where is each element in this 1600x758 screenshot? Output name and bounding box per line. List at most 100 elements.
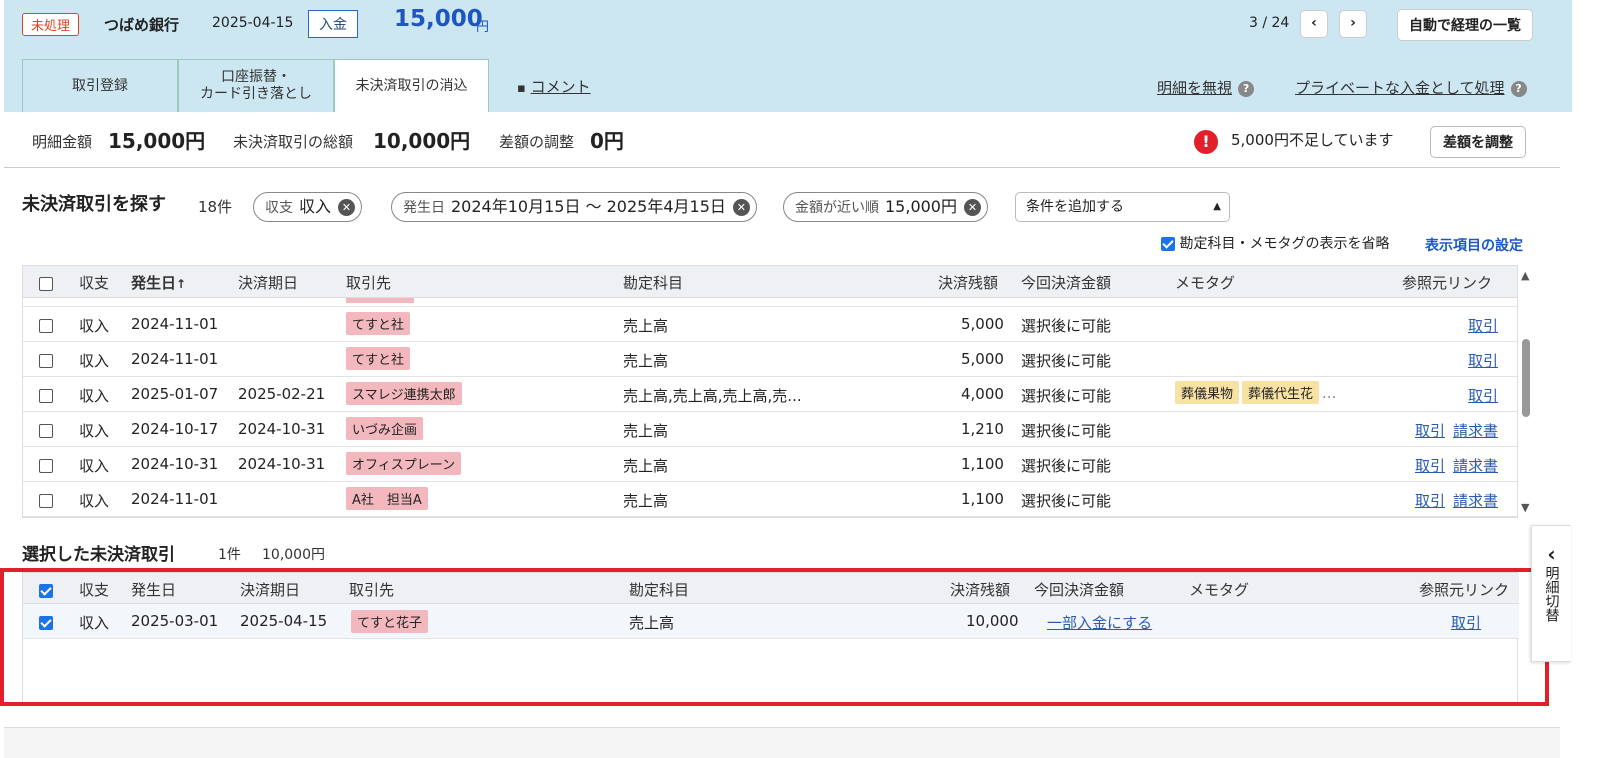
close-icon[interactable]: ✕ [964,199,981,216]
auto-list-button[interactable]: 自動で経理の一覧 [1397,9,1533,41]
filter-chip-type[interactable]: 収支 収入 ✕ [253,192,363,222]
link-label: 明細を無視 [1157,79,1233,97]
diff-value: 0円 [590,129,624,153]
cell-memo: 葬儀果物 葬儀代生花... [1175,381,1336,404]
table-row[interactable]: 収入 2025-01-07 2025-02-21 スマレジ連携太郎 売上高,売上高,売上… [23,377,1517,412]
partner-tag: オフィスプレーン [346,452,462,475]
ignore-detail-link[interactable]: 明細を無視? [1157,77,1255,98]
display-settings-link[interactable]: 表示項目の設定 [1425,235,1523,255]
col-due[interactable]: 決済期日 [238,272,298,293]
help-icon[interactable]: ? [1510,81,1527,97]
row-checkbox[interactable] [39,316,53,334]
ref-link-transaction[interactable]: 取引 [1415,492,1445,510]
table-row[interactable]: 収入 2024-11-01 てすと社 売上高 5,000 選択後に可能 取引 [23,342,1517,377]
filter-chip-amount[interactable]: 金額が近い順 15,000円 ✕ [783,192,988,222]
partner-tag: A社 担当A [346,487,428,510]
comment-icon: ▪ [517,81,526,96]
ref-link-invoice[interactable]: 請求書 [1453,492,1498,510]
cell-balance: 1,100 [961,455,1004,473]
row-checkbox[interactable] [39,351,53,369]
row-checkbox[interactable] [39,491,53,509]
cell-type: 収入 [79,492,110,510]
select-all-checkbox[interactable] [39,274,53,292]
ref-link-invoice[interactable]: 請求書 [1453,422,1498,440]
cell-ref: 取引 請求書 [1398,490,1498,511]
prev-button[interactable]: ‹ [1300,10,1328,38]
warning-text: 5,000円不足しています [1231,131,1394,149]
col-account[interactable]: 勘定科目 [623,272,683,293]
add-condition-select[interactable]: 条件を追加する ▲ [1015,192,1230,222]
tab-register[interactable]: 取引登録 [22,59,178,112]
unsettled-table: 収支 発生日↑ 決済期日 取引先 勘定科目 決済残額 今回決済金額 メモタグ 参… [22,265,1518,518]
omit-display-option[interactable]: 勘定科目・メモタグの表示を省略 [1161,233,1389,253]
close-icon[interactable]: ✕ [338,199,356,216]
comment-label: コメント [530,78,591,96]
chip-value: 収入 [299,197,332,216]
col-ref: 参照元リンク [1402,274,1493,292]
partner-tag: てすと社 [346,347,411,370]
ref-link-invoice[interactable]: 請求書 [1453,457,1498,475]
row-checkbox[interactable] [39,386,53,404]
tab-reconcile[interactable]: 未決済取引の消込 [334,59,489,112]
side-tab-label: 明細切替 [1543,566,1560,622]
ref-link-transaction[interactable]: 取引 [1468,317,1498,335]
table-row[interactable]: 収入 2024-10-31 2024-10-31 オフィスプレーン 売上高 1,100 選択… [23,447,1517,482]
status-badge: 未処理 [22,13,80,36]
chip-label: 発生日 [403,200,445,216]
chip-value: 2024年10月15日 〜 2025年4月15日 [451,197,726,216]
memo-tag: 葬儀代生花 [1242,381,1320,404]
cell-this-amount: 選択後に可能 [1021,317,1112,335]
ref-link-transaction[interactable]: 取引 [1415,457,1445,475]
scroll-down-icon[interactable]: ▼ [1521,501,1529,514]
partner-tag: てすと社 [346,312,411,335]
sort-arrow-icon: ↑ [176,277,187,291]
close-icon[interactable]: ✕ [732,199,750,216]
filter-chip-date[interactable]: 発生日 2024年10月15日 〜 2025年4月15日 ✕ [391,192,757,222]
cell-date: 2025-01-07 [131,385,219,403]
ref-link-transaction[interactable]: 取引 [1415,422,1445,440]
cell-type: 収入 [79,317,110,335]
col-partner[interactable]: 取引先 [346,272,391,293]
scroll-up-icon[interactable]: ▲ [1521,269,1529,282]
table-row[interactable]: 収入 2024-11-01 A社 担当A 売上高 1,100 選択後に可能 取引 請求書 [23,482,1517,517]
ref-link-transaction[interactable]: 取引 [1468,387,1498,405]
private-income-link[interactable]: プライベートな入金として処理? [1295,77,1527,98]
unsettled-total-value: 10,000円 [373,129,471,153]
tab-label: 取引登録 [72,77,128,94]
omit-checkbox[interactable] [1161,237,1175,251]
selected-count: 1件 [218,547,241,563]
cell-ref: 取引 請求書 [1398,420,1498,441]
cell-type: 収入 [79,387,110,405]
detail-amount-value: 15,000円 [108,129,206,153]
detail-switch-tab[interactable]: ‹ 明細切替 [1531,525,1571,662]
diff-label: 差額の調整 [499,133,575,151]
table-row[interactable]: 収入 2024-10-17 2024-10-31 いづみ企画 売上高 1,210 選択後に可… [23,412,1517,447]
scrollbar[interactable]: ▲ ▼ [1518,265,1534,518]
comment-link[interactable]: ▪ コメント [517,76,591,97]
ref-link-transaction[interactable]: 取引 [1468,352,1498,370]
next-button[interactable]: › [1339,10,1367,38]
cell-date: 2024-11-01 [131,490,219,508]
col-balance[interactable]: 決済残額 [938,272,998,293]
cell-this-amount: 選択後に可能 [1021,387,1112,405]
adjust-diff-button[interactable]: 差額を調整 [1430,126,1526,158]
scroll-thumb[interactable] [1522,339,1530,417]
selected-title: 選択した未決済取引 [22,545,175,565]
help-icon[interactable]: ? [1238,81,1255,97]
row-checkbox[interactable] [39,421,53,439]
col-date[interactable]: 発生日↑ [131,272,186,293]
table-header: 収支 発生日↑ 決済期日 取引先 勘定科目 決済残額 今回決済金額 メモタグ 参… [23,266,1517,298]
cell-date: 2024-10-17 [131,420,219,438]
cell-account: 売上高,売上高,売上高,売... [623,387,802,405]
tab-label: カード引き落とし [200,86,312,102]
tab-transfer[interactable]: 口座振替・ カード引き落とし [178,59,334,112]
row-checkbox[interactable] [39,456,53,474]
cell-ref: 取引 [1398,350,1498,371]
partner-tag: いづみ企画 [346,417,424,440]
cell-date: 2024-11-01 [131,315,219,333]
table-row[interactable]: 収入 2024-11-01 てすと社 売上高 5,000 選択後に可能 取引 [23,307,1517,342]
col-type[interactable]: 収支 [79,272,109,293]
cell-partner: てすと社 [346,347,411,370]
cell-ref: 取引 [1398,315,1498,336]
link-label: プライベートな入金として処理 [1295,79,1505,97]
